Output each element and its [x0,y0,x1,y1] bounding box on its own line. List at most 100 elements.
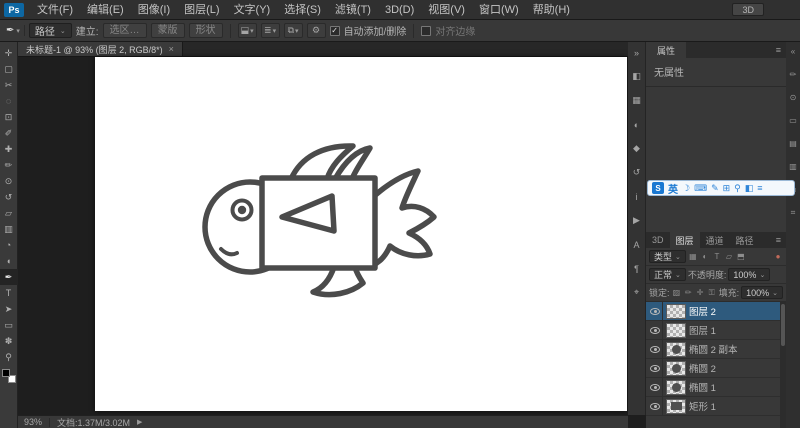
eyedropper-tool[interactable]: ✐ [0,125,18,141]
make-shape-button[interactable]: 形状 [188,23,223,38]
visibility-toggle[interactable] [648,358,663,378]
filter-pixel-layers-icon[interactable]: ▦ [688,252,698,261]
navigator-panel-icon[interactable]: ⌖ [629,286,645,299]
history-panel-icon[interactable]: ↺ [629,166,645,179]
make-selection-button[interactable]: 选区… [102,23,147,38]
tab-paths[interactable]: 路径 [730,232,760,248]
zoom-tool[interactable]: ⚲ [0,349,18,365]
tool-preset-picker[interactable]: ✒ ▾ [4,25,25,36]
foreground-color-swatch[interactable] [1,369,10,377]
hand-tool[interactable]: ✽ [0,333,18,349]
panel-menu-icon[interactable]: ≡ [771,232,786,248]
ime-clipboard-icon[interactable]: ⊞ [723,181,731,195]
ime-language-mode[interactable]: 英 [668,181,678,196]
path-selection-tool[interactable]: ➤ [0,301,18,317]
expand-dock-icon[interactable]: « [787,46,799,57]
menu-file[interactable]: 文件(F) [30,0,80,20]
filter-shape-layers-icon[interactable]: ▱ [724,252,734,261]
swatches-panel-icon[interactable]: ▦ [629,94,645,107]
layer-row[interactable]: 椭圆 2 副本 [646,339,780,359]
paragraph-panel-icon[interactable]: ¶ [629,262,645,275]
close-icon[interactable]: × [169,44,174,54]
layer-row[interactable]: 图层 2 [646,301,780,321]
character-panel-icon[interactable]: A [629,238,645,251]
blur-tool[interactable]: ◔ [0,237,18,253]
workspace-switcher-button[interactable]: 3D [732,3,764,16]
menu-help[interactable]: 帮助(H) [526,0,577,20]
filter-adjustment-layers-icon[interactable]: ◐ [700,252,710,261]
layer-thumbnail[interactable] [666,398,686,414]
color-panel-icon[interactable]: ◧ [629,70,645,83]
tab-3d[interactable]: 3D [646,232,670,248]
tool-mode-select[interactable]: 路径 ⌄ [28,23,72,38]
tab-layers[interactable]: 图层 [669,232,700,248]
layers-scrollbar[interactable] [780,302,786,428]
info-panel-icon[interactable]: i [629,190,645,203]
clone-stamp-tool[interactable]: ⊙ [0,173,18,189]
measurement-panel-icon[interactable]: ⌗ [787,207,799,218]
menu-window[interactable]: 窗口(W) [472,0,526,20]
visibility-toggle[interactable] [648,339,663,359]
menu-type[interactable]: 文字(Y) [227,0,278,20]
crop-tool[interactable]: ⊡ [0,109,18,125]
gradient-tool[interactable]: ▥ [0,221,18,237]
scrollbar-thumb[interactable] [781,304,785,346]
blend-mode-select[interactable]: 正常 ⌄ [649,268,686,281]
menu-edit[interactable]: 编辑(E) [80,0,131,20]
auto-add-delete-checkbox[interactable]: ✓ [329,25,340,36]
filter-type-layers-icon[interactable]: T [712,252,722,261]
layer-filter-toggle[interactable]: ● [773,252,783,261]
quick-selection-tool[interactable]: ◌ [0,93,18,109]
zoom-level[interactable]: 93% [24,417,42,427]
ime-skin-icon[interactable]: ◧ [745,181,754,195]
histogram-panel-icon[interactable]: ▥ [787,161,799,172]
filter-smart-objects-icon[interactable]: ⬒ [736,252,746,261]
notes-panel-icon[interactable]: ▤ [787,138,799,149]
lock-all-icon[interactable]: ⚿ [707,288,717,298]
color-swatches[interactable] [1,369,16,383]
shape-tool[interactable]: ▭ [0,317,18,333]
visibility-toggle[interactable] [648,377,663,397]
menu-view[interactable]: 视图(V) [421,0,472,20]
align-edges-checkbox[interactable] [421,25,432,36]
lock-pixels-icon[interactable]: ✏ [683,288,693,297]
visibility-toggle[interactable] [648,396,663,416]
document-tab[interactable]: 未标题-1 @ 93% (图层 2, RGB/8*) × [18,42,183,56]
tab-properties[interactable]: 属性 [646,42,687,58]
layer-thumbnail[interactable] [666,341,686,357]
opacity-input[interactable]: 100% ⌄ [728,268,771,281]
path-alignment-button[interactable]: ≣ ▾ [260,23,280,38]
layer-thumbnail[interactable] [666,360,686,376]
actions-panel-icon[interactable]: ▶ [629,214,645,227]
fill-input[interactable]: 100% ⌄ [741,286,783,299]
layer-row[interactable]: 椭圆 1 [646,377,780,397]
menu-select[interactable]: 选择(S) [277,0,328,20]
adjustments-panel-icon[interactable]: ◐ [629,118,645,131]
dodge-tool[interactable]: ◖ [0,253,18,269]
layer-row[interactable]: 椭圆 2 [646,358,780,378]
marquee-tool[interactable]: ▢ [0,61,18,77]
make-mask-button[interactable]: 蒙版 [150,23,185,38]
move-tool[interactable]: ✛ [0,45,18,61]
path-operations-button[interactable]: ⬓ ▾ [237,23,257,38]
ime-moon-icon[interactable]: ☽ [682,181,690,195]
layer-row[interactable]: 矩形 1 [646,396,780,416]
history-brush-tool[interactable]: ↺ [0,189,18,205]
clone-source-panel-icon[interactable]: ⊙ [787,92,799,103]
status-options-arrow-icon[interactable]: ▶ [137,418,142,426]
layer-thumbnail[interactable] [666,303,686,319]
menu-filter[interactable]: 滤镜(T) [328,0,378,20]
layer-thumbnail[interactable] [666,379,686,395]
pen-options-gear-button[interactable]: ⚙ [306,23,326,38]
panel-menu-icon[interactable]: ≡ [771,42,786,58]
pen-tool[interactable]: ✒ [0,269,18,285]
tab-channels[interactable]: 通道 [700,232,730,248]
brush-presets-panel-icon[interactable]: ✏ [787,69,799,80]
healing-brush-tool[interactable]: ✚ [0,141,18,157]
path-arrange-button[interactable]: ⧉ ▾ [283,23,303,38]
type-tool[interactable]: T [0,285,18,301]
canvas[interactable] [95,57,627,411]
ime-logo[interactable]: S [652,182,664,194]
ime-toolbar[interactable]: S 英 ☽ ⌨ ✎ ⊞ ⚲ ◧ ≡ [647,180,795,196]
visibility-toggle[interactable] [648,320,663,340]
